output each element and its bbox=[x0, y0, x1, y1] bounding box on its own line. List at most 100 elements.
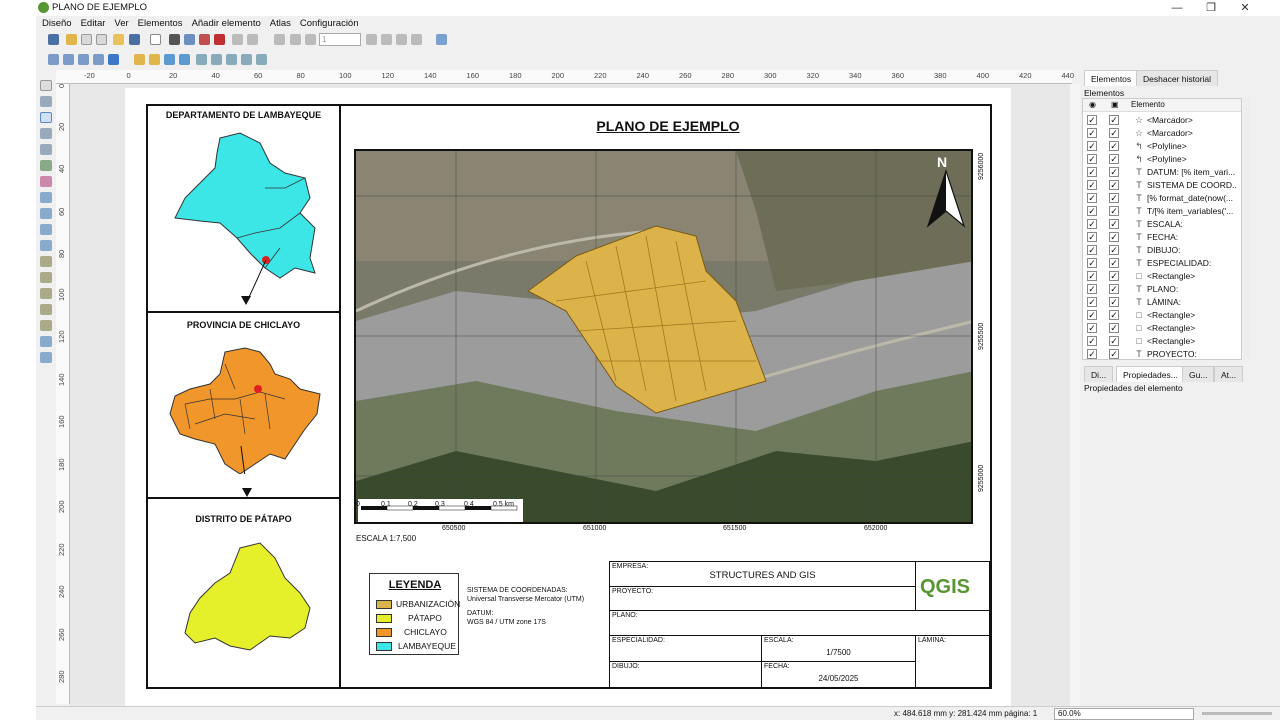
lock-checkbox[interactable]: ✓ bbox=[1109, 349, 1119, 359]
atlas-preview-icon[interactable] bbox=[274, 34, 285, 45]
raise-items-icon[interactable] bbox=[196, 54, 207, 65]
visibility-checkbox[interactable]: ✓ bbox=[1087, 180, 1097, 190]
atlas-export-icon[interactable] bbox=[411, 34, 422, 45]
add-table-icon[interactable] bbox=[40, 336, 52, 347]
layout-manager-icon[interactable] bbox=[96, 34, 107, 45]
item-row[interactable]: ✓ ✓ ↰ <Polyline> bbox=[1087, 153, 1237, 166]
add-html-icon[interactable] bbox=[40, 352, 52, 363]
visibility-checkbox[interactable]: ✓ bbox=[1087, 323, 1097, 333]
refresh-icon[interactable] bbox=[108, 54, 119, 65]
item-row[interactable]: ✓ ✓ ☆ <Marcador> bbox=[1087, 114, 1237, 127]
save-icon[interactable] bbox=[48, 34, 59, 45]
new-page-icon[interactable] bbox=[150, 34, 161, 45]
add-marker-icon[interactable] bbox=[40, 288, 52, 299]
edit-nodes-icon[interactable] bbox=[40, 144, 52, 155]
add-picture-icon[interactable] bbox=[40, 192, 52, 203]
lock-checkbox[interactable]: ✓ bbox=[1109, 336, 1119, 346]
align-items-icon[interactable] bbox=[226, 54, 237, 65]
resize-items-icon[interactable] bbox=[256, 54, 267, 65]
unlock-items-icon[interactable] bbox=[149, 54, 160, 65]
lock-checkbox[interactable]: ✓ bbox=[1109, 180, 1119, 190]
next-feature-icon[interactable] bbox=[366, 34, 377, 45]
item-row[interactable]: ✓ ✓ T PLANO: bbox=[1087, 283, 1237, 296]
duplicate-layout-icon[interactable] bbox=[81, 34, 92, 45]
item-row[interactable]: ✓ ✓ □ <Rectangle> bbox=[1087, 309, 1237, 322]
visibility-checkbox[interactable]: ✓ bbox=[1087, 128, 1097, 138]
menu-configuracion[interactable]: Configuración bbox=[297, 16, 362, 31]
visibility-checkbox[interactable]: ✓ bbox=[1087, 219, 1097, 229]
visibility-checkbox[interactable]: ✓ bbox=[1087, 154, 1097, 164]
lock-checkbox[interactable]: ✓ bbox=[1109, 271, 1119, 281]
item-row[interactable]: ✓ ✓ T DIBUJO: bbox=[1087, 244, 1237, 257]
item-row[interactable]: ✓ ✓ T FECHA: bbox=[1087, 231, 1237, 244]
ungroup-items-icon[interactable] bbox=[179, 54, 190, 65]
zoom-tool-icon[interactable] bbox=[40, 96, 52, 107]
main-map-frame[interactable] bbox=[354, 149, 973, 524]
titleblock-escala[interactable]: ESCALA: 1/7500 bbox=[761, 635, 916, 662]
titleblock-dibujo[interactable]: DIBUJO: bbox=[609, 661, 762, 689]
pan-icon[interactable] bbox=[40, 80, 52, 91]
menu-editar[interactable]: Editar bbox=[78, 16, 109, 31]
lock-checkbox[interactable]: ✓ bbox=[1109, 323, 1119, 333]
distribute-items-icon[interactable] bbox=[241, 54, 252, 65]
redo-icon[interactable] bbox=[247, 34, 258, 45]
lock-checkbox[interactable]: ✓ bbox=[1109, 154, 1119, 164]
item-row[interactable]: ✓ ✓ ☆ <Marcador> bbox=[1087, 127, 1237, 140]
item-row[interactable]: ✓ ✓ □ <Rectangle> bbox=[1087, 322, 1237, 335]
visibility-checkbox[interactable]: ✓ bbox=[1087, 336, 1097, 346]
close-button[interactable]: ✕ bbox=[1230, 1, 1260, 15]
add-3d-map-icon[interactable] bbox=[40, 176, 52, 187]
add-legend-icon[interactable] bbox=[40, 224, 52, 235]
save-template-icon[interactable] bbox=[129, 34, 140, 45]
undo-icon[interactable] bbox=[232, 34, 243, 45]
lock-checkbox[interactable]: ✓ bbox=[1109, 167, 1119, 177]
lock-checkbox[interactable]: ✓ bbox=[1109, 115, 1119, 125]
add-label-icon[interactable] bbox=[40, 208, 52, 219]
visibility-checkbox[interactable]: ✓ bbox=[1087, 258, 1097, 268]
tab-elementos[interactable]: Elementos bbox=[1084, 70, 1139, 86]
lock-checkbox[interactable]: ✓ bbox=[1109, 245, 1119, 255]
titleblock-fecha[interactable]: FECHA: 24/05/2025 bbox=[761, 661, 916, 689]
export-svg-icon[interactable] bbox=[199, 34, 210, 45]
atlas-settings-icon[interactable] bbox=[436, 34, 447, 45]
item-row[interactable]: ✓ ✓ T ESPECIALIDAD: bbox=[1087, 257, 1237, 270]
items-scrollbar[interactable] bbox=[1244, 98, 1250, 360]
minimize-button[interactable]: — bbox=[1162, 1, 1192, 15]
zoom-in-icon[interactable] bbox=[48, 54, 59, 65]
item-row[interactable]: ✓ ✓ T [% format_date(now(... bbox=[1087, 192, 1237, 205]
titleblock-proyecto[interactable]: PROYECTO: bbox=[609, 586, 916, 611]
menu-elementos[interactable]: Elementos bbox=[135, 16, 186, 31]
menu-anadir-elemento[interactable]: Añadir elemento bbox=[189, 16, 264, 31]
new-layout-icon[interactable] bbox=[66, 34, 77, 45]
vertical-scrollbar[interactable] bbox=[1070, 84, 1080, 706]
zoom-select[interactable]: 60.0% bbox=[1054, 708, 1194, 720]
menu-ver[interactable]: Ver bbox=[111, 16, 131, 31]
lock-checkbox[interactable]: ✓ bbox=[1109, 258, 1119, 268]
visibility-checkbox[interactable]: ✓ bbox=[1087, 349, 1097, 359]
visibility-checkbox[interactable]: ✓ bbox=[1087, 141, 1097, 151]
visibility-checkbox[interactable]: ✓ bbox=[1087, 310, 1097, 320]
lock-checkbox[interactable]: ✓ bbox=[1109, 206, 1119, 216]
add-arrow-icon[interactable] bbox=[40, 304, 52, 315]
item-row[interactable]: ✓ ✓ ↰ <Polyline> bbox=[1087, 140, 1237, 153]
visibility-checkbox[interactable]: ✓ bbox=[1087, 297, 1097, 307]
select-tool-icon[interactable] bbox=[40, 112, 52, 123]
tab-diseno[interactable]: Di... bbox=[1084, 366, 1114, 382]
visibility-checkbox[interactable]: ✓ bbox=[1087, 245, 1097, 255]
zoom-slider[interactable] bbox=[1202, 712, 1272, 715]
open-template-icon[interactable] bbox=[113, 34, 124, 45]
menu-atlas[interactable]: Atlas bbox=[267, 16, 294, 31]
previous-feature-icon[interactable] bbox=[305, 34, 316, 45]
item-row[interactable]: ✓ ✓ T ESCALA: bbox=[1087, 218, 1237, 231]
visibility-checkbox[interactable]: ✓ bbox=[1087, 271, 1097, 281]
titleblock-empresa[interactable]: EMPRESA: STRUCTURES AND GIS bbox=[609, 561, 916, 587]
item-row[interactable]: ✓ ✓ T LÁMINA: bbox=[1087, 296, 1237, 309]
maximize-button[interactable]: ❐ bbox=[1196, 1, 1226, 15]
lock-checkbox[interactable]: ✓ bbox=[1109, 284, 1119, 294]
atlas-print-icon[interactable] bbox=[396, 34, 407, 45]
tab-deshacer-historial[interactable]: Deshacer historial bbox=[1136, 70, 1219, 86]
item-row[interactable]: ✓ ✓ □ <Rectangle> bbox=[1087, 270, 1237, 283]
visibility-checkbox[interactable]: ✓ bbox=[1087, 167, 1097, 177]
lock-checkbox[interactable]: ✓ bbox=[1109, 193, 1119, 203]
zoom-100-icon[interactable] bbox=[78, 54, 89, 65]
